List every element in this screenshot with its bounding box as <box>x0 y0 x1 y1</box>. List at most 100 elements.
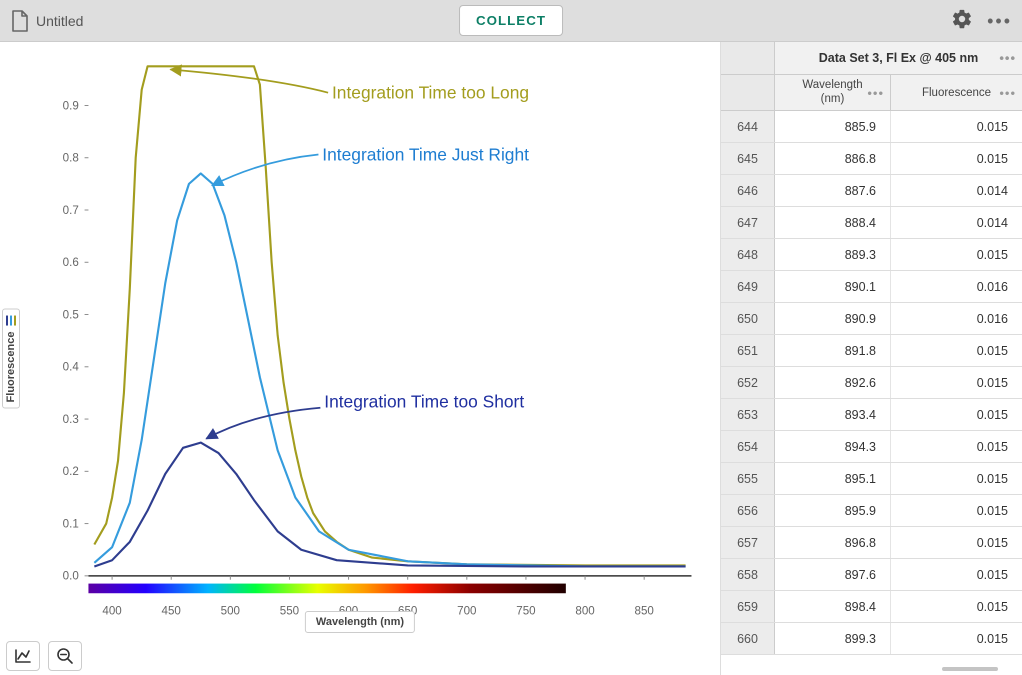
cell-wavelength[interactable]: 896.8 <box>775 527 891 558</box>
file-title[interactable]: Untitled <box>36 13 83 29</box>
svg-text:700: 700 <box>457 606 476 618</box>
cell-fluorescence[interactable]: 0.015 <box>891 527 1022 558</box>
table-row[interactable]: 644885.90.015 <box>721 111 1022 143</box>
row-index: 650 <box>721 303 775 334</box>
table-header: Data Set 3, Fl Ex @ 405 nm ••• Wavelengt… <box>721 42 1022 111</box>
table-row[interactable]: 647888.40.014 <box>721 207 1022 239</box>
column-fluorescence-header[interactable]: Fluorescence <box>922 87 991 99</box>
collect-button[interactable]: COLLECT <box>459 5 563 36</box>
svg-text:0.1: 0.1 <box>63 518 79 530</box>
cell-fluorescence[interactable]: 0.014 <box>891 175 1022 206</box>
svg-text:0.3: 0.3 <box>63 414 79 426</box>
legend-swatches <box>6 315 16 325</box>
svg-text:0.8: 0.8 <box>63 153 79 165</box>
cell-fluorescence[interactable]: 0.015 <box>891 431 1022 462</box>
cell-wavelength[interactable]: 893.4 <box>775 399 891 430</box>
svg-text:500: 500 <box>221 606 240 618</box>
row-index: 658 <box>721 559 775 590</box>
cell-wavelength[interactable]: 898.4 <box>775 591 891 622</box>
table-row[interactable]: 651891.80.015 <box>721 335 1022 367</box>
cell-wavelength[interactable]: 892.6 <box>775 367 891 398</box>
svg-text:0.2: 0.2 <box>63 466 79 478</box>
cell-fluorescence[interactable]: 0.015 <box>891 367 1022 398</box>
spectrum-bar <box>88 584 565 594</box>
table-row[interactable]: 649890.10.016 <box>721 271 1022 303</box>
table-row[interactable]: 645886.80.015 <box>721 143 1022 175</box>
cell-wavelength[interactable]: 897.6 <box>775 559 891 590</box>
cell-wavelength[interactable]: 894.3 <box>775 431 891 462</box>
row-index: 657 <box>721 527 775 558</box>
cell-fluorescence[interactable]: 0.015 <box>891 591 1022 622</box>
row-index: 653 <box>721 399 775 430</box>
cell-fluorescence[interactable]: 0.015 <box>891 463 1022 494</box>
cell-fluorescence[interactable]: 0.015 <box>891 399 1022 430</box>
annotation-too-long: Integration Time too Long <box>171 69 529 102</box>
table-row[interactable]: 657896.80.015 <box>721 527 1022 559</box>
cell-wavelength[interactable]: 889.3 <box>775 239 891 270</box>
zoom-out-button[interactable] <box>48 641 82 671</box>
table-row[interactable]: 646887.60.014 <box>721 175 1022 207</box>
dataset-title[interactable]: Data Set 3, Fl Ex @ 405 nm <box>819 51 978 65</box>
cell-fluorescence[interactable]: 0.015 <box>891 623 1022 654</box>
x-axis-label[interactable]: Wavelength (nm) <box>305 611 415 633</box>
table-row[interactable]: 648889.30.015 <box>721 239 1022 271</box>
horizontal-scrollbar-thumb[interactable] <box>942 667 998 671</box>
svg-text:0.5: 0.5 <box>63 309 79 321</box>
toolbar: Untitled COLLECT ••• <box>0 0 1022 42</box>
annotation-too-short: Integration Time too Short <box>206 392 524 439</box>
dataset-more-icon[interactable]: ••• <box>999 51 1016 66</box>
table-row[interactable]: 654894.30.015 <box>721 431 1022 463</box>
chart-options-button[interactable] <box>6 641 40 671</box>
cell-wavelength[interactable]: 895.1 <box>775 463 891 494</box>
table-row[interactable]: 650890.90.016 <box>721 303 1022 335</box>
svg-text:0.0: 0.0 <box>63 571 79 583</box>
cell-fluorescence[interactable]: 0.016 <box>891 271 1022 302</box>
table-row[interactable]: 653893.40.015 <box>721 399 1022 431</box>
table-row[interactable]: 658897.60.015 <box>721 559 1022 591</box>
cell-wavelength[interactable]: 895.9 <box>775 495 891 526</box>
series-integration-time-too-short <box>94 443 685 567</box>
column-wavelength-header[interactable]: Wavelength (nm) <box>802 79 862 105</box>
chart-pane: Fluorescence 0.00.10.20.30.40.5 <box>0 42 720 675</box>
document-icon[interactable] <box>10 9 30 33</box>
chart-canvas[interactable]: 0.00.10.20.30.40.50.60.70.80.9 400450500… <box>8 54 712 629</box>
cell-wavelength[interactable]: 887.6 <box>775 175 891 206</box>
svg-text:400: 400 <box>102 606 121 618</box>
cell-wavelength[interactable]: 899.3 <box>775 623 891 654</box>
table-row[interactable]: 655895.10.015 <box>721 463 1022 495</box>
cell-fluorescence[interactable]: 0.015 <box>891 495 1022 526</box>
y-axis-label: Fluorescence <box>5 331 17 402</box>
row-index: 651 <box>721 335 775 366</box>
cell-wavelength[interactable]: 886.8 <box>775 143 891 174</box>
more-icon[interactable]: ••• <box>987 16 1012 26</box>
data-table-pane: Data Set 3, Fl Ex @ 405 nm ••• Wavelengt… <box>720 42 1022 675</box>
column-fluorescence-more-icon[interactable]: ••• <box>999 85 1016 100</box>
gear-icon[interactable] <box>951 8 973 33</box>
cell-fluorescence[interactable]: 0.015 <box>891 559 1022 590</box>
table-body[interactable]: 644885.90.015645886.80.015646887.60.0146… <box>721 111 1022 675</box>
table-row[interactable]: 656895.90.015 <box>721 495 1022 527</box>
cell-wavelength[interactable]: 888.4 <box>775 207 891 238</box>
series-integration-time-just-right <box>94 173 685 566</box>
cell-fluorescence[interactable]: 0.014 <box>891 207 1022 238</box>
cell-wavelength[interactable]: 891.8 <box>775 335 891 366</box>
table-row[interactable]: 660899.30.015 <box>721 623 1022 655</box>
table-row[interactable]: 652892.60.015 <box>721 367 1022 399</box>
cell-fluorescence[interactable]: 0.015 <box>891 143 1022 174</box>
svg-text:0.6: 0.6 <box>63 257 79 269</box>
cell-fluorescence[interactable]: 0.016 <box>891 303 1022 334</box>
column-wavelength-more-icon[interactable]: ••• <box>867 85 884 100</box>
row-index: 647 <box>721 207 775 238</box>
y-axis-label-tab[interactable]: Fluorescence <box>2 308 20 409</box>
cell-fluorescence[interactable]: 0.015 <box>891 335 1022 366</box>
plot-area <box>94 66 685 566</box>
cell-wavelength[interactable]: 885.9 <box>775 111 891 142</box>
cell-fluorescence[interactable]: 0.015 <box>891 111 1022 142</box>
cell-wavelength[interactable]: 890.9 <box>775 303 891 334</box>
table-row[interactable]: 659898.40.015 <box>721 591 1022 623</box>
cell-fluorescence[interactable]: 0.015 <box>891 239 1022 270</box>
cell-wavelength[interactable]: 890.1 <box>775 271 891 302</box>
svg-text:450: 450 <box>162 606 181 618</box>
row-index: 652 <box>721 367 775 398</box>
main-area: Fluorescence 0.00.10.20.30.40.5 <box>0 42 1022 675</box>
